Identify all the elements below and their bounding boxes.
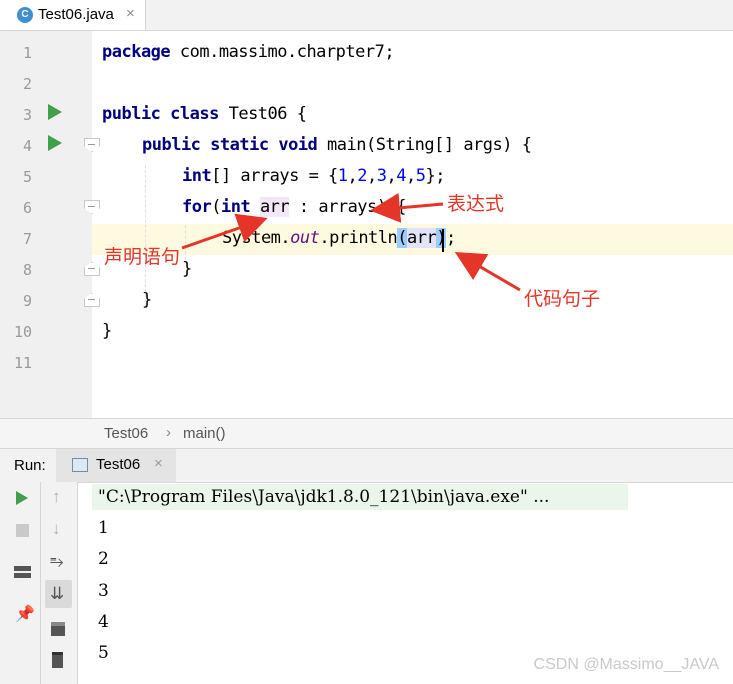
console-command: "C:\Program Files\Java\jdk1.8.0_121\bin\…	[98, 487, 550, 507]
expression-annotation: 表达式	[447, 193, 505, 215]
expression-arrow	[370, 192, 444, 223]
layout-icon[interactable]	[14, 566, 31, 571]
trash-icon[interactable]	[52, 652, 63, 668]
declaration-arrow	[181, 213, 268, 250]
console-line: 1	[98, 518, 109, 538]
console-line: 5	[98, 643, 109, 663]
run-tool-window-header: Run: Test06 ×	[0, 448, 733, 483]
run-toolbar-primary: 📌	[0, 482, 41, 684]
console-icon	[72, 458, 88, 472]
breadcrumb-class[interactable]: Test06	[104, 425, 148, 442]
run-tab-label: Test06	[96, 456, 141, 473]
console-line: 4	[98, 612, 109, 632]
stop-icon[interactable]	[16, 524, 29, 537]
breadcrumb-separator: ›	[166, 424, 171, 441]
run-label: Run:	[14, 457, 46, 474]
console-line: 2	[98, 549, 109, 569]
down-arrow-icon[interactable]: ↓	[52, 519, 61, 539]
console-line: 3	[98, 581, 109, 601]
run-config-tab[interactable]: Test06 ×	[56, 449, 176, 482]
soft-wrap-icon[interactable]: ⥱	[50, 552, 64, 572]
watermark: CSDN @Massimo__JAVA	[533, 656, 719, 673]
breadcrumb-method[interactable]: main()	[183, 425, 226, 442]
code-sentence-annotation: 代码句子	[524, 288, 601, 310]
pin-icon[interactable]: 📌	[15, 604, 35, 624]
run-toolbar-secondary: ↑ ↓ ⥱ ⇊	[41, 482, 78, 684]
declaration-annotation: 声明语句	[104, 246, 181, 268]
breadcrumb: Test06 › main()	[0, 418, 733, 449]
rerun-icon[interactable]	[16, 491, 28, 505]
annotation-arrows	[181, 192, 521, 292]
scroll-to-end-button[interactable]: ⇊	[45, 580, 72, 608]
code-sentence-arrow	[454, 251, 521, 292]
scroll-to-end-icon: ⇊	[50, 584, 65, 603]
print-icon[interactable]	[51, 622, 65, 636]
close-run-tab-icon[interactable]: ×	[154, 455, 163, 472]
up-arrow-icon[interactable]: ↑	[52, 487, 61, 507]
